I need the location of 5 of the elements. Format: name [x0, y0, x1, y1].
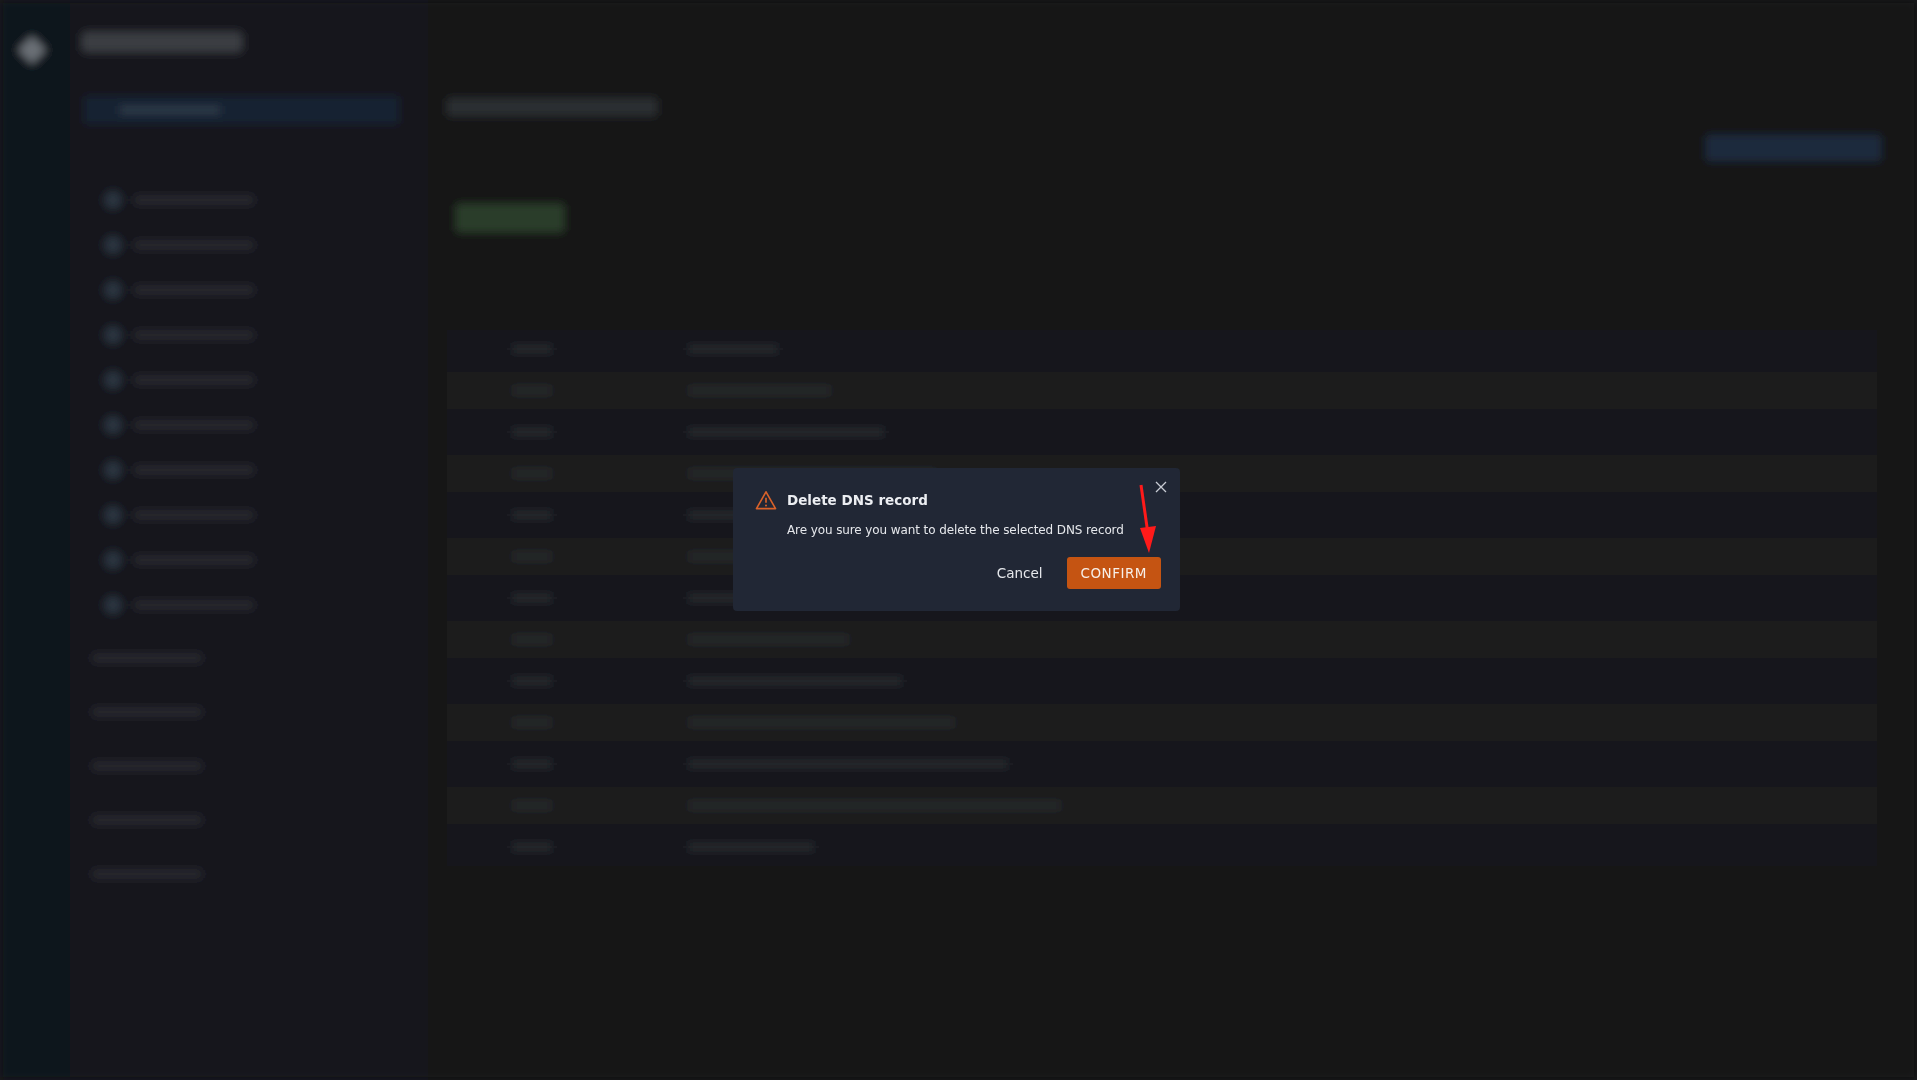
dialog-title: Delete DNS record	[787, 492, 928, 508]
dialog-message: Are you sure you want to delete the selected DNS record	[787, 523, 1125, 537]
confirm-button[interactable]: CONFIRM	[1066, 557, 1161, 589]
warning-icon	[755, 490, 777, 510]
cancel-button[interactable]: Cancel	[992, 559, 1047, 587]
